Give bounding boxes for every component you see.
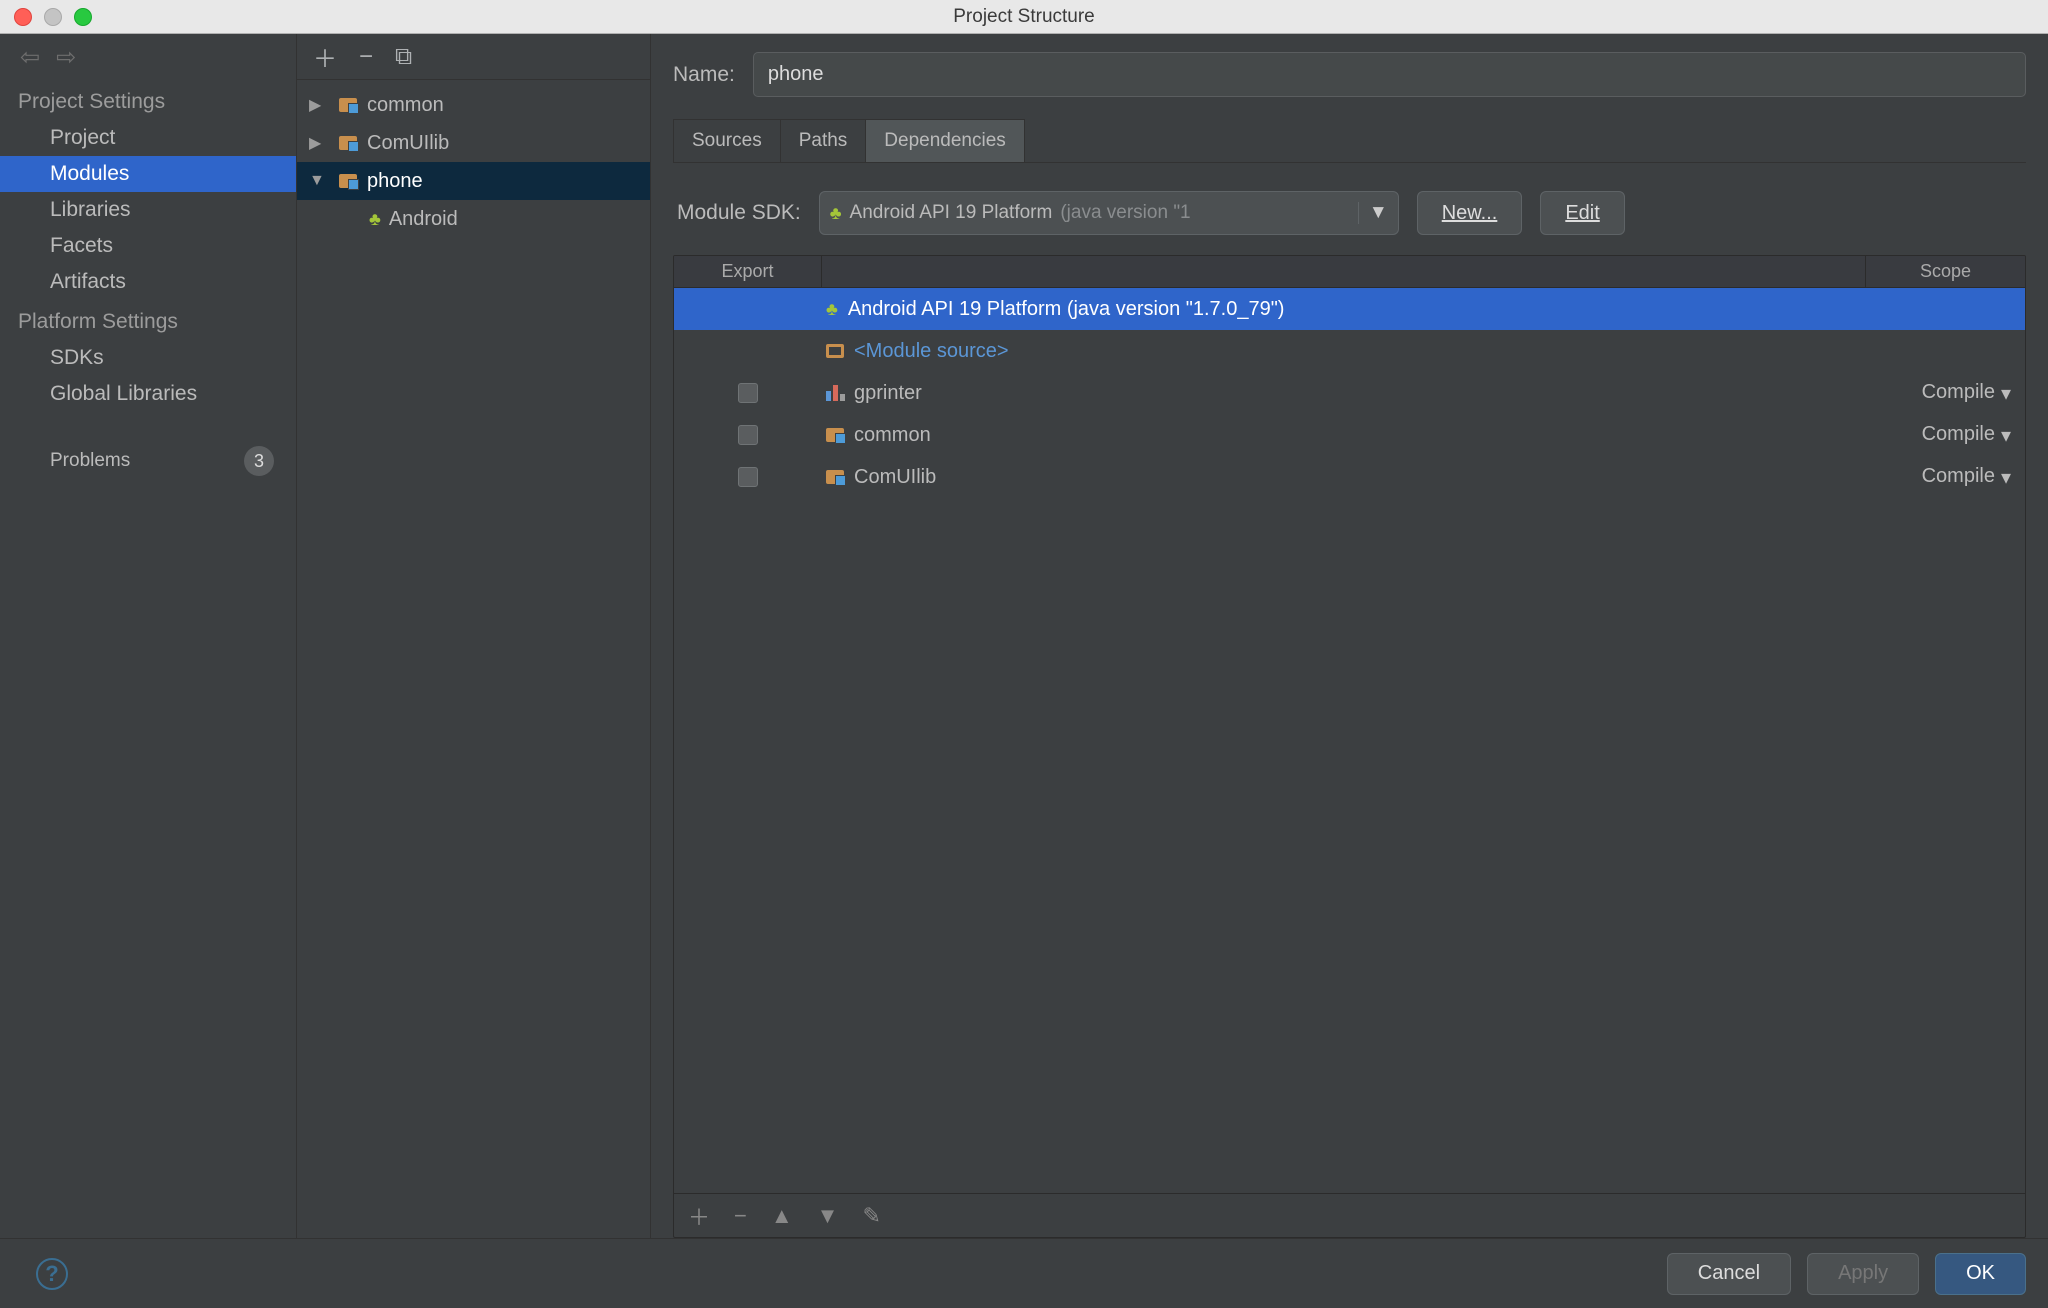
- move-up-icon[interactable]: ▲: [771, 1203, 793, 1229]
- dependency-row[interactable]: common Compile▾: [674, 414, 2025, 456]
- sidebar: ⇦ ⇨ Project Settings Project Modules Lib…: [0, 34, 297, 1238]
- module-folder-icon: [826, 428, 844, 442]
- close-window-button[interactable]: [14, 8, 32, 26]
- sidebar-heading-project-settings: Project Settings: [0, 80, 296, 120]
- sidebar-item-libraries[interactable]: Libraries: [0, 192, 296, 228]
- module-tree: ▶ common ▶ ComUIlib ▼ phone ♣ Android: [297, 80, 650, 238]
- export-checkbox[interactable]: [738, 467, 758, 487]
- module-sdk-combo[interactable]: ♣ Android API 19 Platform (java version …: [819, 191, 1399, 235]
- android-icon: ♣: [826, 299, 838, 320]
- table-header: Export Scope: [674, 256, 2025, 288]
- chevron-down-icon[interactable]: ▼: [309, 172, 329, 190]
- tab-sources[interactable]: Sources: [673, 119, 781, 162]
- dialog-footer: ? Cancel Apply OK: [0, 1238, 2048, 1308]
- ok-button[interactable]: OK: [1935, 1253, 2026, 1295]
- export-checkbox[interactable]: [738, 425, 758, 445]
- main-panel: Name: Sources Paths Dependencies Module …: [651, 34, 2048, 1238]
- module-tree-panel: ＋ − ⧉ ▶ common ▶ ComUIlib ▼ phone ♣ An: [297, 34, 651, 1238]
- tree-item-comuilib[interactable]: ▶ ComUIlib: [297, 124, 650, 162]
- help-icon[interactable]: ?: [36, 1258, 68, 1290]
- dependency-label: <Module source>: [854, 340, 1009, 363]
- android-icon: ♣: [830, 203, 842, 224]
- dependency-row[interactable]: <Module source>: [674, 330, 2025, 372]
- dependency-label: common: [854, 424, 931, 447]
- sidebar-item-artifacts[interactable]: Artifacts: [0, 264, 296, 300]
- dependency-label: ComUIlib: [854, 466, 936, 489]
- chevron-down-icon[interactable]: ▼: [1358, 202, 1388, 224]
- zoom-window-button[interactable]: [74, 8, 92, 26]
- add-icon[interactable]: ＋: [688, 1200, 710, 1232]
- sidebar-nav: ⇦ ⇨: [0, 34, 296, 80]
- dependency-row[interactable]: ComUIlib Compile▾: [674, 456, 2025, 498]
- scope-combo[interactable]: Compile▾: [1865, 423, 2025, 448]
- dependencies-toolbar: ＋ − ▲ ▼ ✎: [674, 1193, 2025, 1237]
- minimize-window-button[interactable]: [44, 8, 62, 26]
- edit-icon[interactable]: ✎: [862, 1203, 880, 1229]
- module-sdk-label: Module SDK:: [677, 201, 801, 225]
- tree-item-phone[interactable]: ▼ phone: [297, 162, 650, 200]
- sidebar-item-sdks[interactable]: SDKs: [0, 340, 296, 376]
- header-export[interactable]: Export: [674, 256, 822, 287]
- chevron-down-icon: ▾: [2001, 381, 2011, 406]
- copy-icon[interactable]: ⧉: [395, 43, 412, 71]
- chevron-down-icon: ▾: [2001, 423, 2011, 448]
- module-name-input[interactable]: [753, 52, 2026, 97]
- scope-combo[interactable]: Compile▾: [1865, 465, 2025, 490]
- tree-label: Android: [389, 208, 458, 231]
- tab-paths[interactable]: Paths: [781, 119, 867, 162]
- tree-label: phone: [367, 170, 423, 193]
- tree-toolbar: ＋ − ⧉: [297, 34, 650, 80]
- module-tabs: Sources Paths Dependencies: [673, 119, 2026, 162]
- header-scope[interactable]: Scope: [1865, 256, 2025, 287]
- window-controls: [14, 8, 92, 26]
- chevron-right-icon[interactable]: ▶: [309, 133, 329, 153]
- chevron-down-icon: ▾: [2001, 465, 2011, 490]
- sidebar-item-global-libraries[interactable]: Global Libraries: [0, 376, 296, 412]
- sidebar-heading-platform-settings: Platform Settings: [0, 300, 296, 340]
- sidebar-item-facets[interactable]: Facets: [0, 228, 296, 264]
- window-titlebar: Project Structure: [0, 0, 2048, 34]
- sidebar-item-modules[interactable]: Modules: [0, 156, 296, 192]
- dependency-row[interactable]: ♣ Android API 19 Platform (java version …: [674, 288, 2025, 330]
- sidebar-item-project[interactable]: Project: [0, 120, 296, 156]
- android-icon: ♣: [369, 209, 381, 230]
- combo-value: Android API 19 Platform: [850, 202, 1053, 224]
- header-dependency[interactable]: [822, 256, 1865, 287]
- table-body: ♣ Android API 19 Platform (java version …: [674, 288, 2025, 1193]
- cancel-button[interactable]: Cancel: [1667, 1253, 1791, 1295]
- move-down-icon[interactable]: ▼: [817, 1203, 839, 1229]
- scope-combo[interactable]: Compile▾: [1865, 381, 2025, 406]
- module-folder-icon: [826, 470, 844, 484]
- edit-sdk-button[interactable]: Edit: [1540, 191, 1624, 235]
- name-label: Name:: [673, 63, 735, 87]
- export-checkbox[interactable]: [738, 383, 758, 403]
- back-icon[interactable]: ⇦: [20, 43, 40, 72]
- dependencies-table: Export Scope ♣ Android API 19 Platform (…: [673, 255, 2026, 1238]
- tree-item-common[interactable]: ▶ common: [297, 86, 650, 124]
- library-icon: [826, 385, 844, 401]
- problems-label: Problems: [50, 450, 130, 472]
- tree-label: common: [367, 94, 444, 117]
- problems-count-badge: 3: [244, 446, 274, 476]
- dependency-label: Android API 19 Platform (java version "1…: [848, 298, 1285, 321]
- tree-item-android-facet[interactable]: ♣ Android: [297, 200, 650, 238]
- add-icon[interactable]: ＋: [313, 39, 337, 74]
- sidebar-item-problems[interactable]: Problems 3: [0, 440, 296, 482]
- remove-icon[interactable]: −: [734, 1203, 747, 1229]
- dependency-label: gprinter: [854, 382, 922, 405]
- new-sdk-button[interactable]: New...: [1417, 191, 1523, 235]
- module-folder-icon: [337, 174, 359, 188]
- module-folder-icon: [337, 98, 359, 112]
- source-folder-icon: [826, 344, 844, 358]
- module-folder-icon: [337, 136, 359, 150]
- remove-icon[interactable]: −: [359, 43, 373, 71]
- apply-button[interactable]: Apply: [1807, 1253, 1919, 1295]
- tree-label: ComUIlib: [367, 132, 449, 155]
- tab-dependencies[interactable]: Dependencies: [866, 119, 1024, 162]
- dependency-row[interactable]: gprinter Compile▾: [674, 372, 2025, 414]
- forward-icon[interactable]: ⇨: [56, 43, 76, 72]
- chevron-right-icon[interactable]: ▶: [309, 95, 329, 115]
- window-title: Project Structure: [953, 6, 1095, 28]
- combo-value-suffix: (java version "1: [1060, 202, 1190, 224]
